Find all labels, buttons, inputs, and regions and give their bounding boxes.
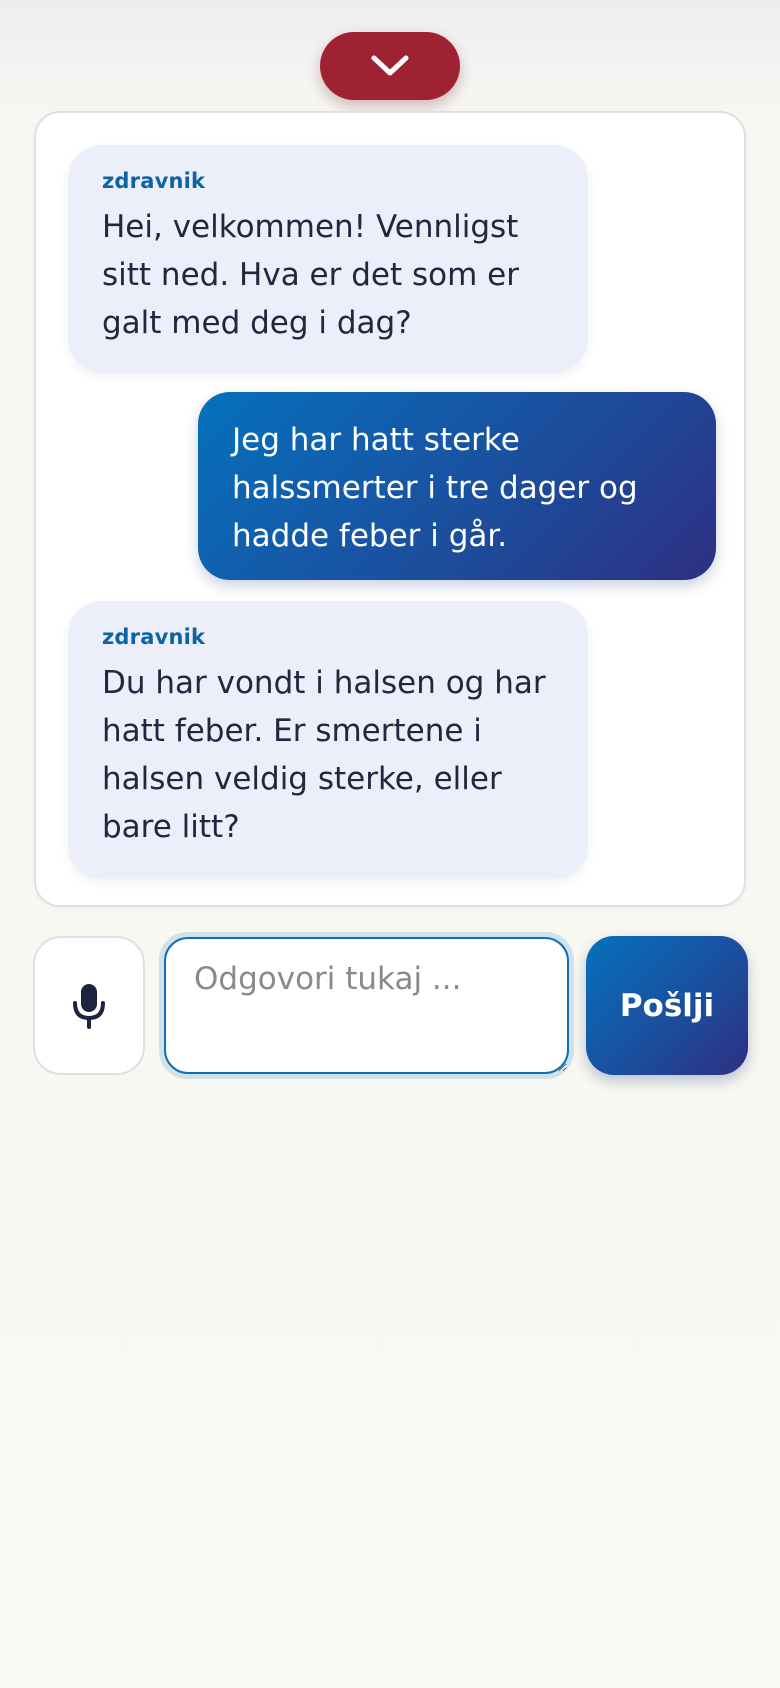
message-sender: zdravnik <box>102 625 206 649</box>
assistant-message: zdravnik Hei, velkommen! Vennligst sitt … <box>68 145 588 373</box>
reply-input-focus-ring <box>159 932 574 1079</box>
message-sender: zdravnik <box>102 169 206 193</box>
chat-panel: zdravnik Hei, velkommen! Vennligst sitt … <box>34 111 746 907</box>
reply-input[interactable] <box>164 937 569 1074</box>
assistant-message: zdravnik Du har vondt i halsen og har ha… <box>68 601 588 879</box>
user-message: Jeg har hatt sterke halssmerter i tre da… <box>198 392 716 580</box>
microphone-button[interactable] <box>33 936 145 1075</box>
send-button-label: Pošlji <box>619 987 715 1024</box>
microphone-icon <box>73 983 105 1029</box>
collapse-chat-button[interactable] <box>320 32 460 100</box>
message-text: Hei, velkommen! Vennligst sitt ned. Hva … <box>102 209 519 341</box>
message-text: Du har vondt i halsen og har hatt feber.… <box>102 665 546 845</box>
chevron-down-icon <box>371 55 409 76</box>
message-text: Jeg har hatt sterke halssmerter i tre da… <box>232 422 638 554</box>
send-button[interactable]: Pošlji <box>586 936 748 1075</box>
